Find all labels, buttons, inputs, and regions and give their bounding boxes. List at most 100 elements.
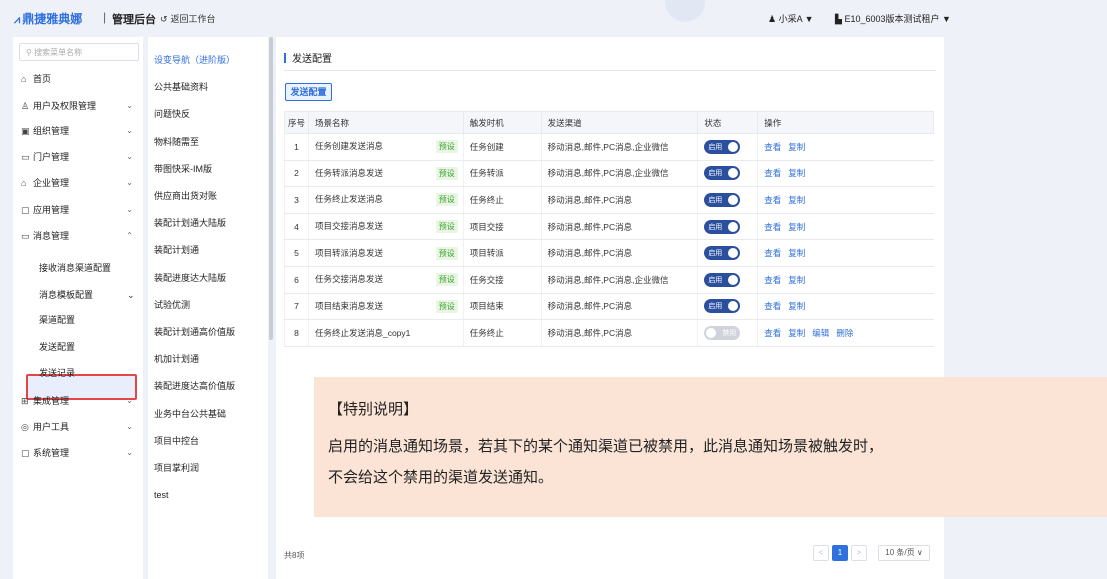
submenu-item-15[interactable]: 项目掌利润 <box>154 458 199 478</box>
submenu-item-2[interactable]: 问题快反 <box>154 104 190 124</box>
scene-name-cell: 项目交接消息发送 预设 <box>307 213 464 241</box>
table-row: 3 任务终止发送消息 预设 任务终止 移动消息,邮件,PC消息 启用 查看 复制 <box>284 186 934 214</box>
action-link[interactable]: 删除 <box>836 328 853 338</box>
sidebar-item-5[interactable]: ▢ 应用管理 ⌄ <box>21 200 141 220</box>
action-link[interactable]: 复制 <box>788 301 805 311</box>
action-link[interactable]: 查看 <box>764 301 781 311</box>
chevron-icon: ⌄ <box>126 126 133 135</box>
preset-badge: 预设 <box>435 299 458 313</box>
status-toggle[interactable]: 启用 <box>704 166 741 181</box>
submenu-item-5[interactable]: 供应商出货对账 <box>154 186 217 206</box>
submenu-item-10[interactable]: 装配计划通高价值版 <box>154 322 235 342</box>
action-link[interactable]: 编辑 <box>812 328 829 338</box>
page-1-button[interactable]: 1 <box>832 545 848 561</box>
sidebar-item2-1[interactable]: ◎ 用户工具 ⌄ <box>21 417 141 437</box>
column-header: 状态 <box>697 111 759 134</box>
tab-send-config[interactable]: 发送配置 <box>285 83 332 101</box>
scene-name-cell: 任务创建发送消息 预设 <box>307 133 464 161</box>
trigger-cell: 项目转派 <box>462 239 542 267</box>
action-link[interactable]: 复制 <box>788 168 805 178</box>
back-label: 返回工作台 <box>170 14 216 24</box>
status-toggle[interactable]: 启用 <box>704 299 741 314</box>
sidebar-subitem-2[interactable]: 渠道配置 <box>39 310 139 330</box>
status-toggle[interactable]: 启用 <box>704 219 741 234</box>
sidebar-subitem-4[interactable]: 发送记录 <box>39 363 139 383</box>
toggle-knob <box>728 248 739 259</box>
preset-badge: 预设 <box>435 220 458 234</box>
system-icon: ▢ <box>21 448 30 458</box>
action-link[interactable]: 复制 <box>788 248 805 258</box>
action-link[interactable]: 复制 <box>788 222 805 232</box>
submenu-item-6[interactable]: 装配计划通大陆版 <box>154 213 226 233</box>
chevron-down-icon: ⌄ <box>126 448 133 457</box>
submenu-item-7[interactable]: 装配计划通 <box>154 240 199 260</box>
submenu-item-14[interactable]: 项目中控台 <box>154 431 199 451</box>
pagination: <1 >10 条/页 ∨ <box>813 545 933 561</box>
scene-name: 项目转派消息发送 <box>314 247 383 258</box>
action-link[interactable]: 查看 <box>764 222 781 232</box>
submenu-item-0[interactable]: 设变导航（进阶版） <box>154 50 235 70</box>
home-icon: ⌂ <box>21 74 27 84</box>
scene-name-cell: 任务转派消息发送 预设 <box>307 160 464 188</box>
submenu-item-1[interactable]: 公共基础资料 <box>154 77 208 97</box>
sidebar-item-label: 应用管理 <box>33 205 70 215</box>
status-cell: 启用 <box>697 293 758 321</box>
action-link[interactable]: 查看 <box>764 328 781 338</box>
status-cell: 启用 <box>697 186 758 214</box>
sidebar-item2-2[interactable]: ▢ 系统管理 ⌄ <box>21 443 141 463</box>
submenu-item-12[interactable]: 装配进度达高价值版 <box>154 376 235 396</box>
sidebar-subitem-3[interactable]: 发送配置 <box>39 337 139 357</box>
action-link[interactable]: 查看 <box>764 195 781 205</box>
submenu-item-4[interactable]: 带图快采-IM版 <box>154 159 212 179</box>
sidebar-item-3[interactable]: ▭ 门户管理 ⌄ <box>21 147 141 167</box>
status-toggle[interactable]: 启用 <box>704 272 741 287</box>
action-link[interactable]: 复制 <box>788 275 805 285</box>
scene-name: 任务创建发送消息 <box>314 141 383 152</box>
status-toggle[interactable]: 启用 <box>704 192 741 207</box>
sidebar-item-label: 门户管理 <box>33 152 70 162</box>
toggle-knob <box>728 221 739 232</box>
brand-logo[interactable]: ⩘ 鼎捷雅典娜 <box>14 10 82 27</box>
submenu-item-13[interactable]: 业务中台公共基础 <box>154 404 226 424</box>
sidebar-subitem-0[interactable]: 接收消息渠道配置 <box>39 258 139 278</box>
sidebar-subitem-1[interactable]: 消息模板配置 <box>39 285 139 305</box>
status-cell: 启用 <box>697 239 758 267</box>
action-link[interactable]: 查看 <box>764 275 781 285</box>
action-link[interactable]: 查看 <box>764 248 781 258</box>
status-toggle[interactable]: 启用 <box>704 246 741 261</box>
sidebar-item-2[interactable]: ▣ 组织管理 ⌄ <box>21 121 141 141</box>
actions-cell: 查看 复制 <box>757 266 934 294</box>
note-heading: 【特别说明】 <box>328 400 419 418</box>
tenant-menu[interactable]: ▙ E10_6003版本测试租户 ▼ <box>835 12 951 25</box>
submenu-item-16[interactable]: test <box>154 485 169 505</box>
tenant-icon: ▙ <box>835 14 842 24</box>
sidebar-item-4[interactable]: ⌂ 企业管理 ⌄ <box>21 173 141 193</box>
submenu-item-11[interactable]: 机加计划通 <box>154 349 199 369</box>
menu-search-input[interactable]: ⚲ 搜索菜单名称 <box>19 43 139 61</box>
submenu-item-9[interactable]: 试验优测 <box>154 295 190 315</box>
prev-page-button[interactable]: < <box>813 545 829 561</box>
action-link[interactable]: 复制 <box>788 195 805 205</box>
sidebar-item-6[interactable]: ▭ 消息管理 ⌃ <box>21 226 141 246</box>
status-toggle[interactable]: 启用 <box>704 139 741 154</box>
back-to-workbench-link[interactable]: ↺ 返回工作台 <box>160 12 216 25</box>
action-link[interactable]: 查看 <box>764 142 781 152</box>
title-divider <box>284 70 936 71</box>
next-page-button[interactable]: > <box>851 545 867 561</box>
sub-menu-scrollbar[interactable] <box>269 37 273 340</box>
action-link[interactable]: 复制 <box>788 328 805 338</box>
submenu-item-8[interactable]: 装配进度达大陆版 <box>154 268 226 288</box>
submenu-item-3[interactable]: 物料随需至 <box>154 132 199 152</box>
toggle-knob <box>728 274 739 285</box>
brand-name: 鼎捷雅典娜 <box>22 12 83 26</box>
sidebar-item-0[interactable]: ⌂ 首页 <box>21 69 141 89</box>
sidebar-item-1[interactable]: ♙ 用户及权限管理 ⌄ <box>21 96 141 116</box>
sidebar-item2-0[interactable]: ⊞ 集成管理 ⌄ <box>21 391 141 411</box>
action-link[interactable]: 复制 <box>788 142 805 152</box>
action-link[interactable]: 查看 <box>764 168 781 178</box>
user-menu[interactable]: ♟ 小采A ▼ <box>768 12 814 25</box>
page-size-select[interactable]: 10 条/页 ∨ <box>878 545 930 561</box>
column-header: 发送渠道 <box>540 111 699 134</box>
channel-cell: 移动消息,邮件,PC消息 <box>540 213 698 241</box>
status-toggle[interactable]: 禁用 <box>704 325 741 340</box>
